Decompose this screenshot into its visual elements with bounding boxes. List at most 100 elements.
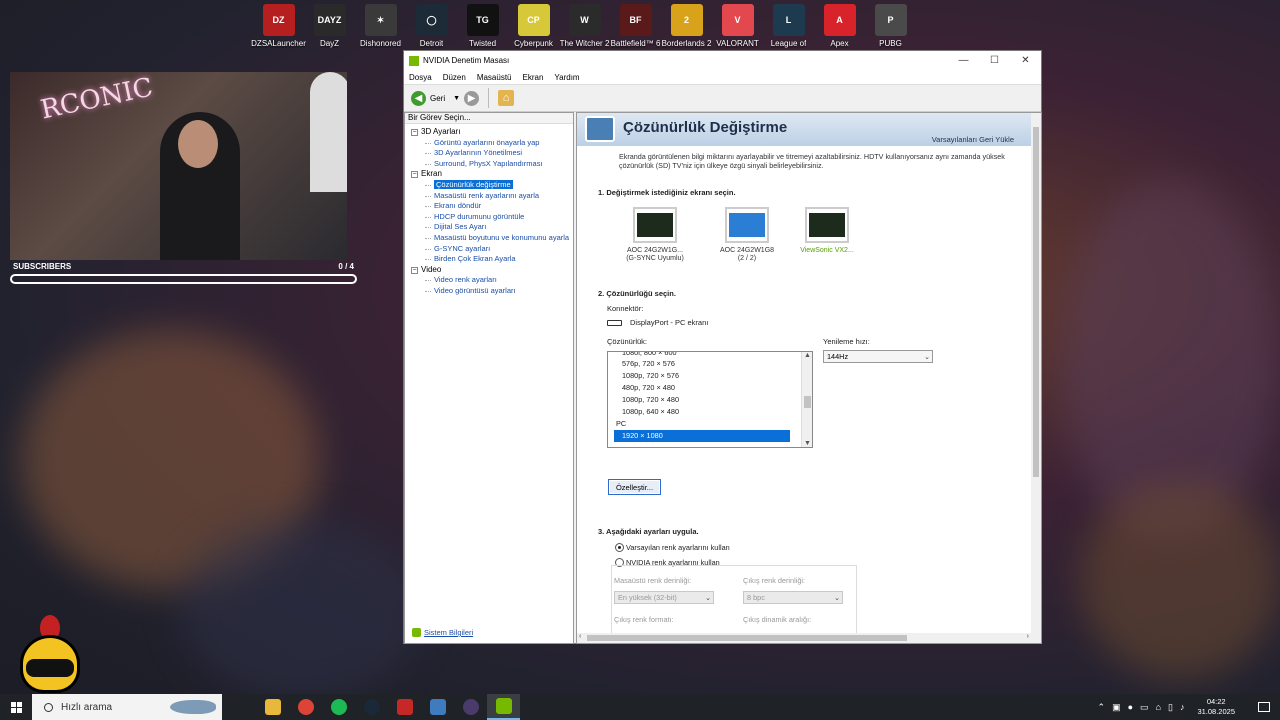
- tree-item[interactable]: Ekranı döndür: [411, 201, 573, 212]
- scroll-up-icon[interactable]: ▲: [802, 352, 812, 359]
- desktop-depth-value: En yüksek (32-bit): [618, 593, 677, 602]
- back-arrow-icon[interactable]: ◀: [411, 90, 426, 106]
- title-bar[interactable]: NVIDIA Denetim Masası — ☐ ✕: [404, 51, 1041, 70]
- resolution-listbox[interactable]: 1080i, 800 × 600 576p, 720 × 576 1080p, 72…: [607, 351, 813, 448]
- tree-item[interactable]: Masaüstü boyutunu ve konumunu ayarla: [411, 233, 573, 244]
- back-dropdown-icon[interactable]: ▼: [453, 95, 460, 102]
- connector-row: DisplayPort - PC ekranı: [607, 318, 708, 327]
- tree-item[interactable]: Birden Çok Ekran Ayarla: [411, 254, 573, 265]
- chevron-up-icon[interactable]: ⌃: [1098, 702, 1106, 713]
- twisted-icon: TG: [466, 4, 499, 36]
- content-horizontal-scrollbar[interactable]: ‹ ›: [577, 633, 1041, 643]
- menu-item[interactable]: Yardım: [554, 73, 579, 82]
- desktop-icon[interactable]: BF Battlefield™ 6: [610, 4, 661, 48]
- collapse-icon[interactable]: −: [411, 171, 418, 179]
- display-icon[interactable]: ▭: [1140, 702, 1149, 713]
- output-depth-value: 8 bpc: [747, 593, 765, 602]
- desktop-icon[interactable]: DAYZ DayZ: [304, 4, 355, 48]
- tree-item[interactable]: Masaüstü renk ayarlarını ayarla: [411, 191, 573, 202]
- scroll-right-icon[interactable]: ›: [1027, 633, 1029, 640]
- scroll-left-icon[interactable]: ‹: [579, 633, 581, 640]
- battery-icon[interactable]: ▯: [1168, 702, 1173, 713]
- menu-item[interactable]: Masaüstü: [477, 73, 512, 82]
- resolution-option[interactable]: 1080p, 720 × 480: [608, 394, 812, 406]
- tree-item[interactable]: Surround, PhysX Yapılandırması: [411, 159, 573, 170]
- taskbar-app[interactable]: [322, 694, 355, 720]
- desktop-icon-label: DayZ: [319, 39, 340, 48]
- volume-icon[interactable]: ♪: [1180, 702, 1185, 712]
- resolution-option-selected[interactable]: 1920 × 1080: [614, 430, 790, 442]
- start-button[interactable]: [0, 694, 32, 720]
- desktop-icon[interactable]: ✶ Dishonored: [355, 4, 406, 48]
- resolution-option[interactable]: 480p, 720 × 480: [608, 382, 812, 394]
- menu-item[interactable]: Düzen: [443, 73, 466, 82]
- maximize-button[interactable]: ☐: [979, 51, 1010, 70]
- resolution-option[interactable]: 1080p, 720 × 576: [608, 370, 812, 382]
- tree-item[interactable]: Çözünürlük değiştirme: [411, 179, 573, 191]
- collapse-icon[interactable]: −: [411, 128, 418, 136]
- resolution-scrollbar[interactable]: ▲ ▼: [801, 352, 812, 447]
- scroll-thumb[interactable]: [804, 396, 811, 408]
- taskbar-app[interactable]: [388, 694, 421, 720]
- chrome-icon: [297, 699, 314, 715]
- resolution-option[interactable]: 1080p, 640 × 480: [608, 406, 812, 418]
- content-vertical-scrollbar[interactable]: [1031, 113, 1041, 643]
- taskbar-app[interactable]: [454, 694, 487, 720]
- search-box[interactable]: Hızlı arama: [32, 694, 222, 720]
- desktop-icon[interactable]: ◯ Detroit: [406, 4, 457, 48]
- taskbar-app[interactable]: [355, 694, 388, 720]
- forward-arrow-icon[interactable]: ▶: [464, 90, 480, 106]
- tree-item[interactable]: Dijital Ses Ayarı: [411, 222, 573, 233]
- step1-heading: 1. Değiştirmek istediğiniz ekranı seçin.: [598, 188, 736, 197]
- vertical-scroll-thumb[interactable]: [1033, 127, 1039, 477]
- menu-item[interactable]: Ekran: [523, 73, 544, 82]
- monitor-option[interactable]: ViewSonic VX2...: [792, 207, 862, 255]
- home-icon[interactable]: ⌂: [498, 90, 515, 106]
- tree-item[interactable]: Video renk ayarları: [411, 275, 573, 286]
- restore-defaults-link[interactable]: Varsayılanları Geri Yükle: [932, 135, 1014, 144]
- network-icon[interactable]: ⌂: [1156, 702, 1161, 712]
- desktop-icon[interactable]: L League of: [763, 4, 814, 48]
- monitor-sublabel: (G-SYNC Uyumlu): [626, 255, 684, 262]
- back-button[interactable]: Geri: [430, 94, 445, 103]
- refresh-rate-select[interactable]: 144Hz ⌄: [823, 350, 933, 363]
- desktop-icon[interactable]: 2 Borderlands 2: [661, 4, 712, 48]
- taskbar-app[interactable]: [256, 694, 289, 720]
- wallpaper-shape: [1080, 480, 1280, 680]
- desktop-icon[interactable]: DZ DZSALauncher: [251, 4, 306, 48]
- system-info-link[interactable]: Sistem Bilgileri: [412, 628, 473, 637]
- tree-item[interactable]: G-SYNC ayarları: [411, 244, 573, 255]
- desktop-icon[interactable]: W The Witcher 2: [559, 4, 610, 48]
- monitor-option[interactable]: AOC 24G2W1G8 (2 / 2): [712, 207, 782, 263]
- minimize-button[interactable]: —: [948, 51, 979, 70]
- tree-item[interactable]: Video görüntüsü ayarları: [411, 286, 573, 297]
- tree-category[interactable]: − Ekran: [411, 169, 573, 180]
- notification-icon[interactable]: [1258, 702, 1270, 712]
- scroll-down-icon[interactable]: ▼: [802, 440, 812, 447]
- desktop-icon[interactable]: P PUBG: [865, 4, 916, 48]
- desktop-icon-label: The Witcher 2: [559, 39, 610, 48]
- desktop-icon[interactable]: A Apex: [814, 4, 865, 48]
- menu-item[interactable]: Dosya: [409, 73, 432, 82]
- close-button[interactable]: ✕: [1010, 51, 1041, 70]
- taskbar-app[interactable]: [289, 694, 322, 720]
- tree-item[interactable]: Görüntü ayarlarını önayarla yap: [411, 138, 573, 149]
- taskbar-app[interactable]: [421, 694, 454, 720]
- horizontal-scroll-thumb[interactable]: [587, 635, 907, 641]
- microphone-icon[interactable]: ●: [1128, 702, 1133, 712]
- desktop-icon[interactable]: CP Cyberpunk: [508, 4, 559, 48]
- tree-category[interactable]: −3D Ayarları: [411, 127, 573, 138]
- tree-category[interactable]: − Video: [411, 265, 573, 276]
- monitor-option[interactable]: AOC 24G2W1G... (G-SYNC Uyumlu): [620, 207, 690, 263]
- desktop-icon[interactable]: V VALORANT: [712, 4, 763, 48]
- radio-default-colors[interactable]: Varsayılan renk ayarlarını kullan: [615, 543, 730, 552]
- customize-button[interactable]: Özelleştir...: [608, 479, 661, 495]
- taskbar-app[interactable]: [487, 694, 520, 720]
- clock[interactable]: 04:22 31.08.2025: [1197, 697, 1235, 717]
- resolution-option[interactable]: 576p, 720 × 576: [608, 358, 812, 370]
- collapse-icon[interactable]: −: [411, 266, 418, 274]
- device-icon[interactable]: ▣: [1112, 702, 1121, 713]
- tree-item[interactable]: 3D Ayarlarının Yönetilmesi: [411, 148, 573, 159]
- tree-item[interactable]: HDCP durumunu görüntüle: [411, 212, 573, 223]
- desktop-icon[interactable]: TG Twisted: [457, 4, 508, 48]
